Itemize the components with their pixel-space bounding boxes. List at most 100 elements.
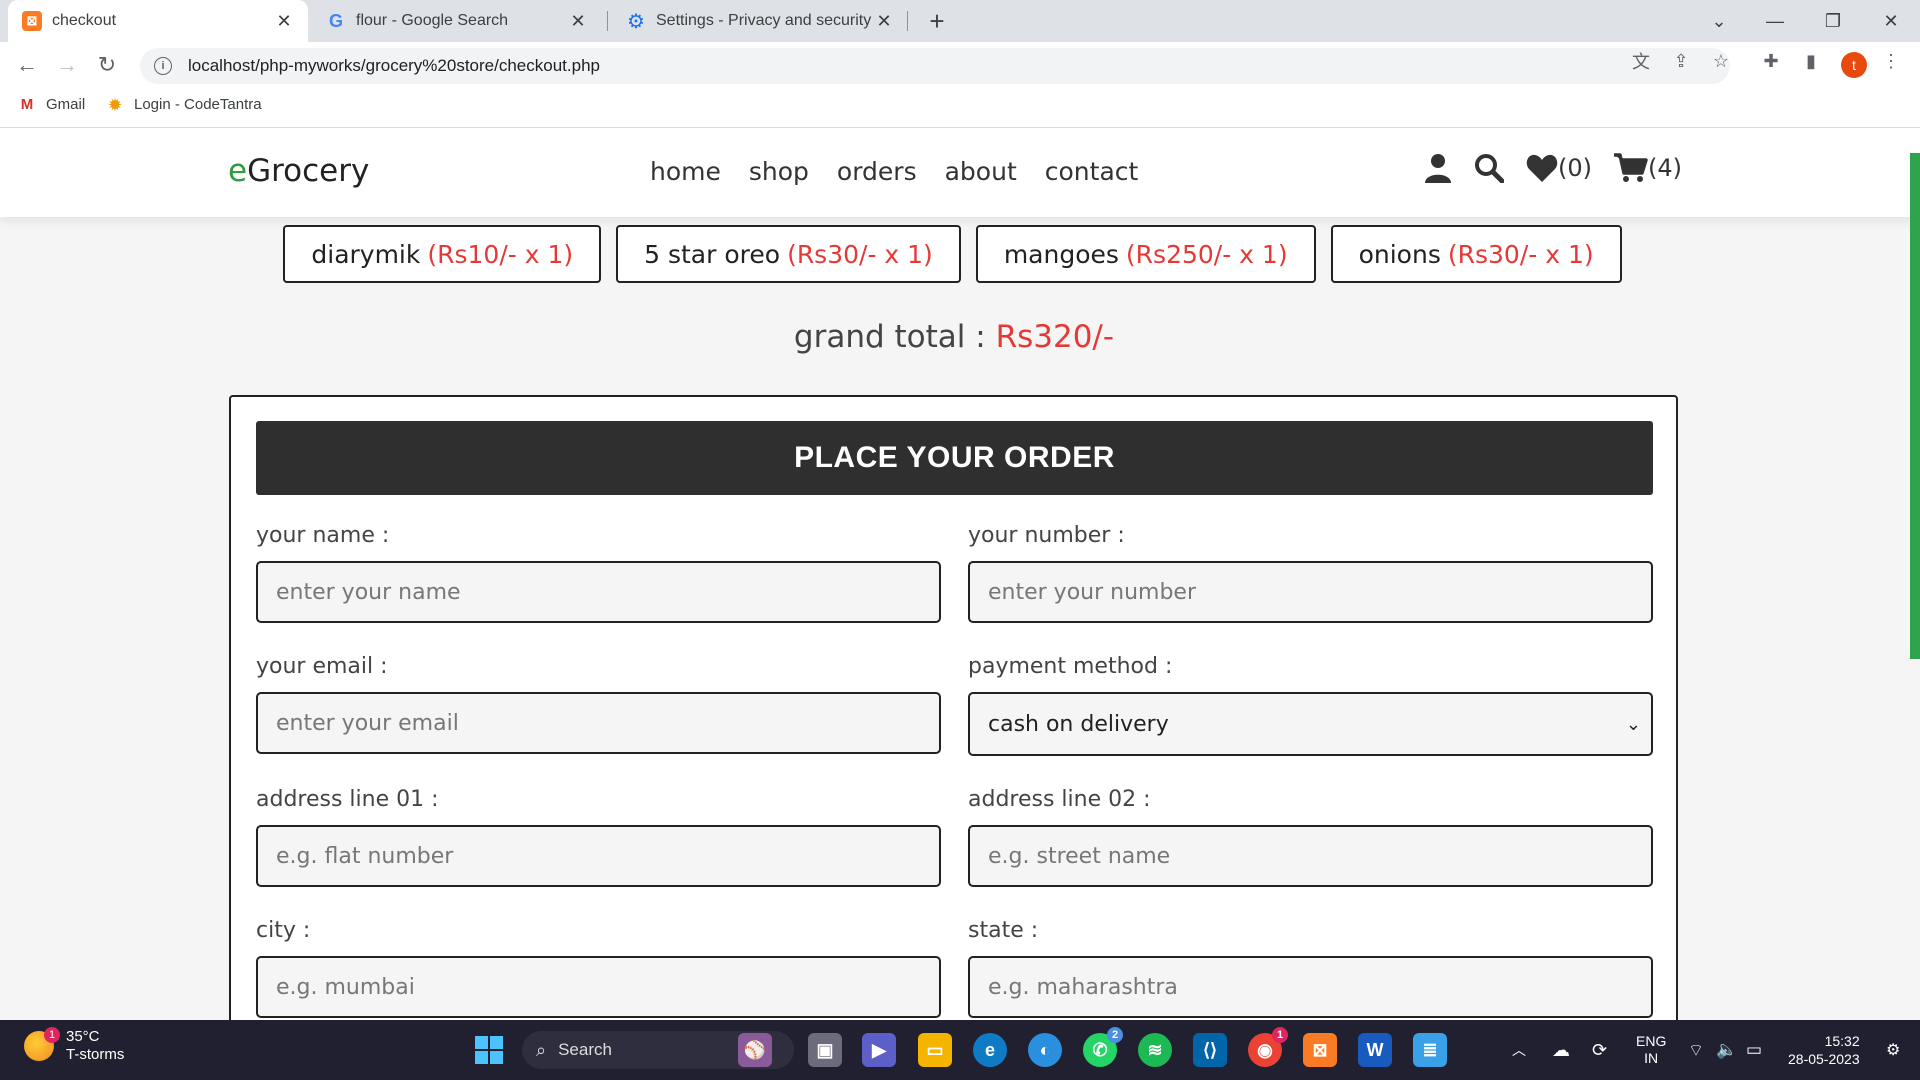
item-name: onions [1358, 239, 1441, 269]
tab-checkout[interactable]: ⊠ checkout ✕ [8, 0, 308, 42]
back-arrow-icon[interactable]: ← [12, 50, 42, 80]
search-highlight-icon[interactable]: ⚾ [738, 1033, 772, 1067]
email-input[interactable] [256, 692, 941, 754]
name-field: your name : [256, 523, 941, 623]
volume-icon[interactable]: 🔈 [1716, 1020, 1737, 1080]
weather-icon: 1 [24, 1027, 60, 1061]
reload-icon[interactable]: ↻ [92, 50, 122, 80]
weather-widget[interactable]: 1 35°C T-storms [24, 1027, 125, 1064]
file-explorer-icon[interactable]: ▭ [918, 1033, 952, 1067]
start-windows-icon[interactable] [472, 1033, 506, 1067]
word-icon[interactable]: W [1358, 1033, 1392, 1067]
chrome-badge: 1 [1272, 1027, 1288, 1043]
battery-icon[interactable]: ▭ [1746, 1020, 1762, 1080]
minimize-button[interactable]: — [1752, 0, 1798, 42]
item-price: (Rs30/- x 1) [787, 239, 933, 269]
forward-arrow-icon[interactable]: → [52, 50, 82, 80]
site-logo[interactable]: eGrocery [228, 153, 369, 189]
clock[interactable]: 15:32 28-05-2023 [1788, 1032, 1860, 1068]
extensions-puzzle-icon[interactable]: ✚ [1760, 50, 1782, 72]
address-bar[interactable]: i localhost/php-myworks/grocery%20store/… [140, 48, 1730, 84]
address1-input[interactable] [256, 825, 941, 887]
xampp-icon[interactable]: ⊠ [1303, 1033, 1337, 1067]
city-field: city : [256, 918, 941, 1018]
new-tab-button[interactable]: + [922, 6, 952, 36]
name-input[interactable] [256, 561, 941, 623]
state-field: state : [968, 918, 1653, 1018]
side-panel-icon[interactable]: ▮ [1800, 50, 1822, 72]
address2-label: address line 02 : [968, 787, 1151, 812]
item-name: diarymik [311, 239, 421, 269]
search-icon[interactable] [1474, 153, 1504, 183]
chrome-icon[interactable]: ◉ 1 [1248, 1027, 1288, 1067]
nav-orders[interactable]: orders [837, 157, 917, 186]
taskbar: 1 35°C T-storms ⌕ Search ⚾ ▣ ▶ ▭ e ◐ ✆ 2… [0, 1020, 1920, 1080]
menu-kebab-icon[interactable]: ⋮ [1880, 50, 1902, 72]
bookmark-codetantra[interactable]: ✹ Login - CodeTantra [106, 96, 262, 114]
tab-title: Settings - Privacy and security [656, 12, 872, 29]
grand-total-amount: Rs320/- [995, 319, 1115, 355]
address2-field: address line 02 : [968, 787, 1653, 887]
nav-contact[interactable]: contact [1045, 157, 1139, 186]
restore-button[interactable]: ❐ [1810, 0, 1856, 42]
page-scrollbar[interactable] [1910, 153, 1920, 659]
header-icons: (0) (4) [1424, 153, 1682, 183]
nav-about[interactable]: about [945, 157, 1017, 186]
notepad-icon[interactable]: ≣ [1413, 1033, 1447, 1067]
cart-link[interactable]: (4) [1614, 153, 1682, 183]
tab-separator [907, 11, 908, 31]
city-input[interactable] [256, 956, 941, 1018]
close-icon[interactable]: ✕ [274, 11, 294, 32]
language-indicator[interactable]: ENG IN [1636, 1020, 1666, 1080]
state-input[interactable] [968, 956, 1653, 1018]
tab-separator [607, 11, 608, 31]
close-icon[interactable]: ✕ [874, 11, 894, 32]
close-window-button[interactable]: ✕ [1868, 0, 1914, 42]
gmail-icon: M [20, 96, 34, 113]
order-item: 5 star oreo (Rs30/- x 1) [616, 225, 961, 283]
main-nav: home shop orders about contact [650, 157, 1138, 186]
item-name: mangoes [1003, 239, 1119, 269]
payment-method-select[interactable]: cash on delivery ⌄ [968, 692, 1653, 756]
task-view-icon[interactable]: ▣ [808, 1033, 842, 1067]
browser-tab-bar: ⊠ checkout ✕ G flour - Google Search ✕ ⚙… [0, 0, 1920, 42]
teams-chat-icon[interactable]: ▶ [862, 1033, 896, 1067]
tab-settings[interactable]: ⚙ Settings - Privacy and security ✕ [612, 0, 908, 42]
address1-field: address line 01 : [256, 787, 941, 887]
translate-icon[interactable]: 文 [1630, 50, 1652, 72]
vscode-icon[interactable]: ⟨⟩ [1193, 1033, 1227, 1067]
number-label: your number : [968, 523, 1125, 548]
user-icon[interactable] [1424, 153, 1452, 183]
cart-count: (4) [1648, 154, 1682, 182]
site-info-icon[interactable]: i [154, 57, 172, 75]
wishlist-link[interactable]: (0) [1526, 154, 1592, 182]
share-icon[interactable]: ⇪ [1670, 50, 1692, 72]
tab-title: checkout [52, 12, 117, 29]
payment-selected-value: cash on delivery [988, 711, 1169, 737]
star-bookmark-icon[interactable]: ☆ [1710, 50, 1732, 72]
whatsapp-icon[interactable]: ✆ 2 [1083, 1027, 1123, 1067]
close-icon[interactable]: ✕ [568, 11, 588, 32]
wifi-icon[interactable]: ⌔ [1688, 1020, 1704, 1080]
tab-search-chevron-icon[interactable]: ⌄ [1696, 0, 1742, 42]
settings-app-icon[interactable]: ◐ [1028, 1033, 1062, 1067]
nav-home[interactable]: home [650, 157, 721, 186]
item-price: (Rs250/- x 1) [1125, 239, 1288, 269]
nav-shop[interactable]: shop [749, 157, 809, 186]
weather-desc: T-storms [66, 1046, 125, 1063]
bookmark-gmail[interactable]: M Gmail [18, 96, 85, 113]
page-viewport: eGrocery home shop orders about contact … [0, 129, 1920, 1020]
profile-avatar[interactable]: t [1841, 52, 1867, 78]
state-label: state : [968, 918, 1039, 943]
tab-google-search[interactable]: G flour - Google Search ✕ [312, 0, 602, 42]
notification-bell-icon[interactable]: ⚙ [1886, 1020, 1900, 1080]
sync-icon[interactable]: ⟳ [1592, 1020, 1607, 1080]
edge-icon[interactable]: e [973, 1033, 1007, 1067]
address2-input[interactable] [968, 825, 1653, 887]
bookmark-label: Login - CodeTantra [134, 96, 262, 113]
xampp-icon: ⊠ [22, 11, 42, 31]
spotify-icon[interactable]: ≋ [1138, 1033, 1172, 1067]
onedrive-icon[interactable]: ☁ [1552, 1020, 1570, 1080]
number-input[interactable] [968, 561, 1653, 623]
tray-chevron-icon[interactable]: ︿ [1512, 1020, 1526, 1080]
